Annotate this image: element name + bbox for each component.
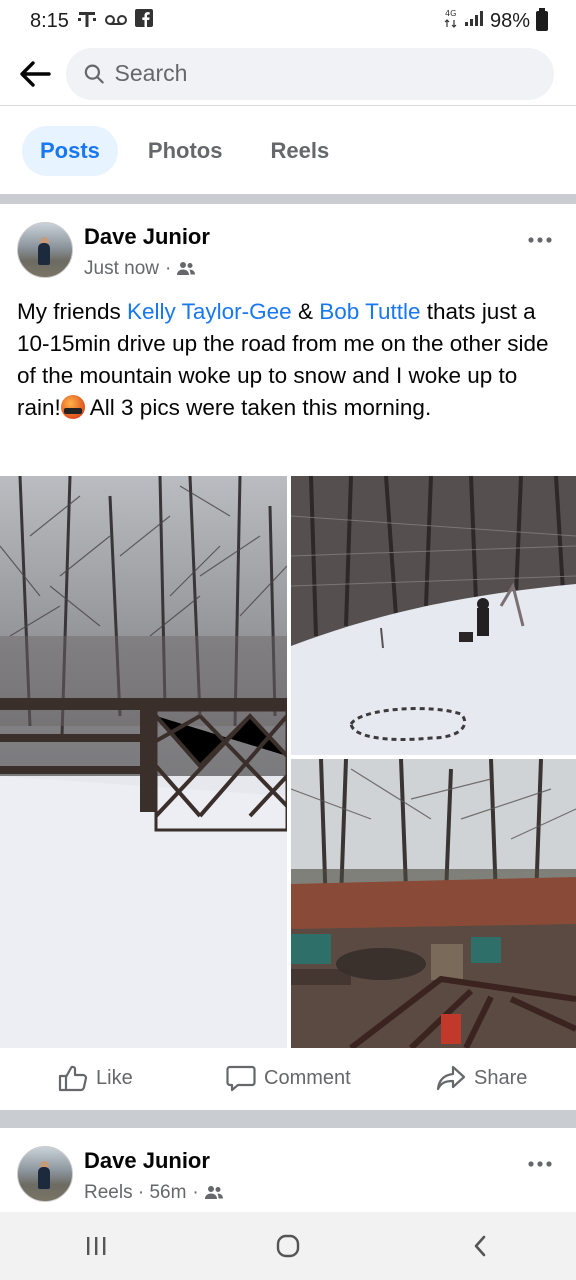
- search-header: [0, 42, 576, 106]
- status-time: 8:15: [30, 9, 69, 32]
- avatar[interactable]: [17, 1146, 73, 1202]
- system-back-button[interactable]: [440, 1221, 520, 1271]
- post-meta: Just now ·: [84, 258, 196, 280]
- friends-audience-icon[interactable]: [204, 1185, 223, 1201]
- search-icon: [84, 63, 104, 84]
- like-label: Like: [96, 1066, 133, 1089]
- more-options-button[interactable]: [528, 224, 552, 250]
- avatar[interactable]: [17, 222, 73, 278]
- friends-audience-icon[interactable]: [177, 261, 196, 277]
- back-button[interactable]: [16, 55, 54, 93]
- facebook-icon: [134, 9, 153, 33]
- signal-icon: [464, 9, 484, 33]
- post-header: Dave Junior Just now ·: [0, 204, 576, 284]
- profile-tabs: Posts Photos Reels: [0, 108, 576, 194]
- more-options-button[interactable]: [528, 1148, 552, 1174]
- comment-label: Comment: [264, 1066, 351, 1089]
- angry-cursing-emoji-icon: [60, 395, 85, 419]
- post-photo-snowy-yard[interactable]: [291, 476, 576, 755]
- share-arrow-icon: [436, 1065, 466, 1091]
- post-divider: [0, 1110, 576, 1128]
- post-meta: Reels · 56m ·: [84, 1182, 223, 1204]
- post-actions: Like Comment Share: [0, 1048, 576, 1110]
- post-author[interactable]: Dave Junior: [84, 1148, 210, 1174]
- tab-posts[interactable]: Posts: [22, 126, 118, 176]
- battery-percent: 98%: [489, 9, 530, 32]
- rainy-firepit-image: [291, 759, 576, 1048]
- more-dots-icon: [528, 237, 552, 243]
- more-dots-icon: [528, 1161, 552, 1167]
- post-text: My friends Kelly Taylor-Gee & Bob Tuttle…: [17, 296, 562, 424]
- search-input[interactable]: [114, 60, 536, 87]
- meta-separator: ·: [192, 1182, 199, 1203]
- next-post-header: Dave Junior Reels · 56m ·: [0, 1128, 576, 1208]
- share-button[interactable]: Share: [436, 1064, 527, 1092]
- search-bar[interactable]: [66, 47, 554, 100]
- recent-apps-icon: [87, 1237, 106, 1255]
- post-time[interactable]: Just now: [84, 258, 159, 280]
- data-transfer-icon: 4G: [444, 7, 458, 35]
- meta-separator: ·: [164, 258, 172, 279]
- section-divider: [0, 194, 576, 204]
- status-bar: 8:15 4G 98%: [0, 0, 576, 42]
- post-text-part: &: [291, 299, 320, 324]
- voicemail-icon: [104, 10, 127, 33]
- back-arrow-icon: [20, 60, 51, 87]
- t-mobile-icon: [77, 9, 97, 34]
- like-button[interactable]: Like: [58, 1064, 133, 1092]
- tab-reels[interactable]: Reels: [252, 126, 347, 176]
- post-author[interactable]: Dave Junior: [84, 224, 210, 250]
- svg-text:4G: 4G: [445, 9, 456, 18]
- post-photo-snowy-deck[interactable]: [0, 476, 287, 1048]
- recent-apps-button[interactable]: [56, 1221, 136, 1271]
- post-photo-rainy-firepit[interactable]: [291, 759, 576, 1048]
- snowy-yard-image: [291, 476, 576, 755]
- post-time[interactable]: Reels · 56m: [84, 1182, 186, 1204]
- battery-icon: [536, 8, 548, 31]
- post-text-part: My friends: [17, 299, 128, 324]
- home-circle-icon: [276, 1234, 300, 1258]
- mention-kelly-taylor-gee[interactable]: Kelly Taylor-Gee: [127, 299, 292, 324]
- thumbs-up-icon: [58, 1065, 88, 1092]
- home-button[interactable]: [248, 1221, 328, 1271]
- comment-bubble-icon: [226, 1065, 256, 1092]
- mention-bob-tuttle[interactable]: Bob Tuttle: [319, 299, 420, 324]
- post-text-part: All 3 pics were taken this morning.: [84, 395, 432, 420]
- tab-photos[interactable]: Photos: [130, 126, 241, 176]
- system-navigation-bar: [0, 1212, 576, 1280]
- comment-button[interactable]: Comment: [226, 1064, 351, 1092]
- snowy-deck-image: [0, 476, 287, 1048]
- share-label: Share: [474, 1066, 528, 1089]
- chevron-left-icon: [474, 1235, 486, 1257]
